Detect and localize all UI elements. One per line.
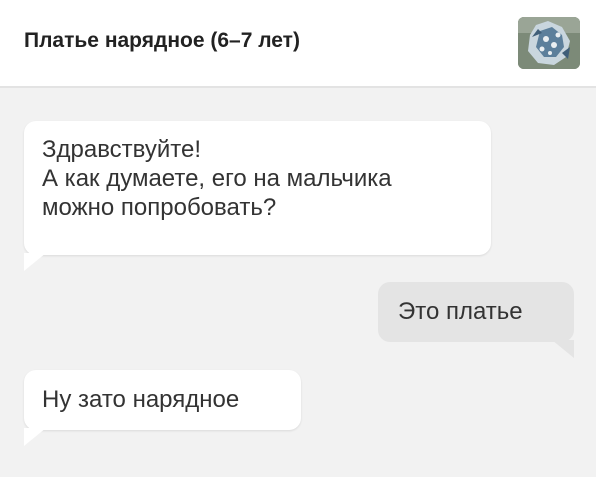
bubble-tail xyxy=(552,340,574,358)
message-text: Ну зато нарядное xyxy=(42,386,240,413)
listing-thumbnail[interactable] xyxy=(518,17,580,69)
outgoing-message-bubble[interactable]: Это платье xyxy=(378,282,574,342)
bubble-tail xyxy=(24,428,46,446)
bubble-tail xyxy=(24,253,46,271)
message-text: Здравствуйте! А как думаете, его на маль… xyxy=(42,136,392,221)
chat-header: Платье нарядное (6–7 лет) xyxy=(0,0,596,88)
listing-title[interactable]: Платье нарядное (6–7 лет) xyxy=(24,29,300,53)
incoming-message-bubble[interactable]: Здравствуйте! А как думаете, его на маль… xyxy=(24,121,491,255)
message-text: Это платье xyxy=(398,298,523,325)
incoming-message-bubble[interactable]: Ну зато нарядное xyxy=(24,370,301,430)
dress-thumbnail-image xyxy=(518,17,580,69)
